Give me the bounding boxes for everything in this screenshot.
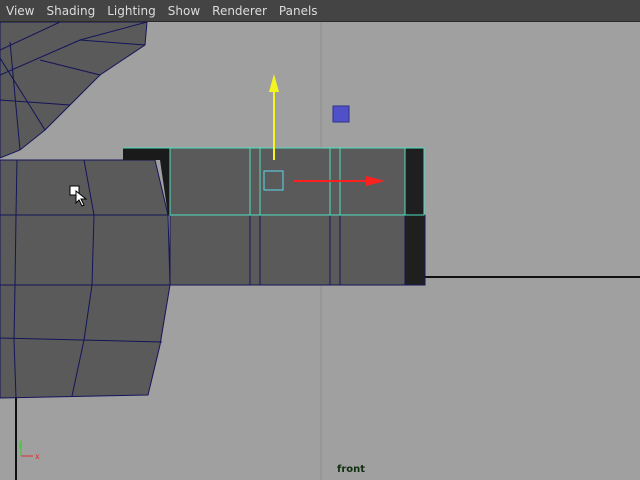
- camera-name-label: front: [337, 464, 366, 475]
- menu-show[interactable]: Show: [162, 0, 206, 22]
- axis-gizmo-icon: y x: [18, 440, 40, 461]
- menu-view[interactable]: View: [0, 0, 40, 22]
- viewport-canvas[interactable]: y x: [0, 22, 640, 480]
- menu-shading[interactable]: Shading: [40, 0, 101, 22]
- axis-x-label: x: [35, 452, 40, 461]
- panel-menubar: View Shading Lighting Show Renderer Pane…: [0, 0, 640, 22]
- mesh-extension-lower[interactable]: [169, 214, 426, 286]
- menu-renderer[interactable]: Renderer: [206, 0, 273, 22]
- mesh-body[interactable]: [0, 159, 171, 399]
- menu-lighting[interactable]: Lighting: [101, 0, 162, 22]
- manip-y-arrow-icon[interactable]: [269, 74, 279, 92]
- front-viewport[interactable]: y x: [0, 22, 640, 480]
- axis-y-label: y: [18, 440, 23, 449]
- manip-z-handle[interactable]: [332, 105, 350, 123]
- mesh-upper-part[interactable]: [0, 22, 148, 159]
- menu-panels[interactable]: Panels: [273, 0, 324, 22]
